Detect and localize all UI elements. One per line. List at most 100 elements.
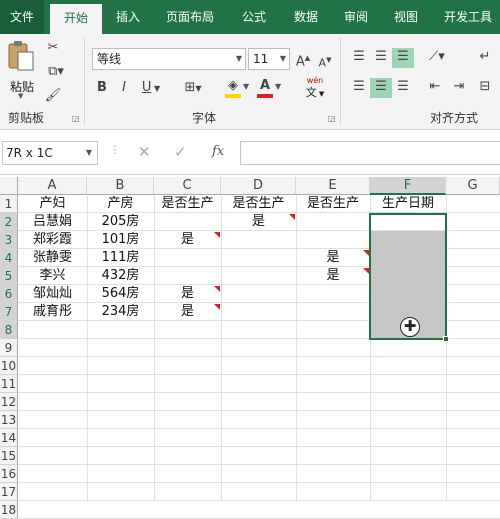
grow-font-button[interactable]: A▲ [294,50,312,70]
comment-indicator[interactable] [214,304,220,310]
column-header-c[interactable]: C [154,177,221,195]
tab-page-layout[interactable]: 页面布局 [156,0,224,34]
cell-b2[interactable]: 205房 [87,213,154,231]
row-header-11[interactable]: 11 [0,375,18,393]
fill-color-button[interactable]: ◈ ▼ [224,78,252,100]
comment-indicator[interactable] [214,232,220,238]
cell-c7[interactable]: 是 [154,303,221,321]
underline-button[interactable]: U ▼ [138,80,164,97]
dialog-launcher-icon[interactable]: ◲ [328,114,336,123]
insert-function-button[interactable]: fx [212,144,224,159]
row-header-17[interactable]: 17 [0,483,18,501]
tab-home[interactable]: 开始 [50,4,102,34]
tab-view[interactable]: 视图 [384,0,428,34]
cell-c6[interactable]: 是 [154,285,221,303]
merge-center-icon[interactable]: ⊟ [474,78,496,98]
cell-a1[interactable]: 产妇 [18,195,87,213]
align-left-icon[interactable]: ☰ [348,78,370,98]
row-header-13[interactable]: 13 [0,411,18,429]
tab-file[interactable]: 文件 [0,0,44,34]
cell-a5[interactable]: 李兴 [18,267,87,285]
row-header-1[interactable]: 1 [0,195,18,213]
row-header-14[interactable]: 14 [0,429,18,447]
worksheet-grid[interactable]: A B C D E F G 1 2 3 4 5 6 7 8 9 10 11 12 13 14 15 16 17 1… [0,177,500,519]
row-header-10[interactable]: 10 [0,357,18,375]
fill-handle[interactable] [443,336,449,342]
font-name-select[interactable]: 等线 ▼ [92,48,246,70]
row-header-18[interactable]: 18 [0,501,18,519]
cut-icon[interactable]: ✂ [44,40,62,56]
increase-indent-icon[interactable]: ⇥ [448,78,470,98]
tab-formulas[interactable]: 公式 [232,0,276,34]
row-header-5[interactable]: 5 [0,267,18,285]
font-color-button[interactable]: A ▼ [256,78,284,100]
cell-f1[interactable]: 生产日期 [370,195,446,213]
row-header-6[interactable]: 6 [0,285,18,303]
tab-insert[interactable]: 插入 [106,0,150,34]
italic-button[interactable]: I [116,80,132,96]
column-header-b[interactable]: B [87,177,154,195]
row-header-15[interactable]: 15 [0,447,18,465]
cell-b4[interactable]: 111房 [87,249,154,267]
row-header-2[interactable]: 2 [0,213,18,231]
format-painter-icon[interactable]: 🖌 [44,88,62,104]
paste-button[interactable]: 粘贴 ▼ [4,40,38,100]
cell-d2[interactable]: 是 [221,213,296,231]
phonetic-button[interactable]: wén 文 ▼ [300,76,330,102]
cell-a4[interactable]: 张静雯 [18,249,87,267]
align-middle-icon[interactable]: ☰ [370,48,392,68]
cell-a2[interactable]: 吕慧娟 [18,213,87,231]
cell-d1[interactable]: 是否生产 [221,195,296,213]
enter-icon[interactable]: ✓ [174,143,187,161]
column-header-f[interactable]: F [370,177,446,195]
orientation-icon[interactable]: ⟋▾ [424,48,450,68]
shrink-font-button[interactable]: A▼ [316,52,334,72]
column-header-d[interactable]: D [221,177,296,195]
row-header-4[interactable]: 4 [0,249,18,267]
name-box[interactable]: 7R x 1C ▼ [2,141,98,165]
comment-indicator[interactable] [363,250,369,256]
align-bottom-icon[interactable]: ☰ [392,48,414,68]
row-header-12[interactable]: 12 [0,393,18,411]
cell-e5[interactable]: 是 [296,267,370,285]
comment-indicator[interactable] [289,214,295,220]
copy-icon[interactable]: ⧉▾ [44,64,68,80]
column-header-a[interactable]: A [18,177,87,195]
bold-button[interactable]: B [94,80,110,96]
cell-a3[interactable]: 郑彩霞 [18,231,87,249]
row-header-8[interactable]: 8 [0,321,18,339]
dialog-launcher-icon[interactable]: ◲ [72,114,80,123]
cell-a7[interactable]: 戚育彤 [18,303,87,321]
cell-b7[interactable]: 234房 [87,303,154,321]
cell-a6[interactable]: 邹灿灿 [18,285,87,303]
row-header-9[interactable]: 9 [0,339,18,357]
font-size-select[interactable]: 11 ▼ [248,48,290,70]
select-all-corner[interactable] [0,177,18,195]
tab-review[interactable]: 审阅 [334,0,378,34]
cell-b6[interactable]: 564房 [87,285,154,303]
cell-c3[interactable]: 是 [154,231,221,249]
tab-data[interactable]: 数据 [284,0,328,34]
cell-c1[interactable]: 是否生产 [154,195,221,213]
comment-indicator[interactable] [363,268,369,274]
comment-indicator[interactable] [214,286,220,292]
align-right-icon[interactable]: ☰ [392,78,414,98]
cell-b1[interactable]: 产房 [87,195,154,213]
formula-input[interactable] [240,141,500,165]
align-center-icon[interactable]: ☰ [370,78,392,98]
decrease-indent-icon[interactable]: ⇤ [424,78,446,98]
cell-b3[interactable]: 101房 [87,231,154,249]
cell-e4[interactable]: 是 [296,249,370,267]
row-header-16[interactable]: 16 [0,465,18,483]
cancel-icon[interactable]: ✕ [138,143,151,161]
tab-developer[interactable]: 开发工具 [436,0,500,34]
cell-e1[interactable]: 是否生产 [296,195,370,213]
align-top-icon[interactable]: ☰ [348,48,370,68]
borders-icon[interactable]: ⊞▼ [180,80,206,97]
column-header-e[interactable]: E [296,177,370,195]
wrap-text-icon[interactable]: ↵ [474,48,496,68]
row-header-7[interactable]: 7 [0,303,18,321]
cell-b5[interactable]: 432房 [87,267,154,285]
column-header-g[interactable]: G [446,177,500,195]
row-header-3[interactable]: 3 [0,231,18,249]
